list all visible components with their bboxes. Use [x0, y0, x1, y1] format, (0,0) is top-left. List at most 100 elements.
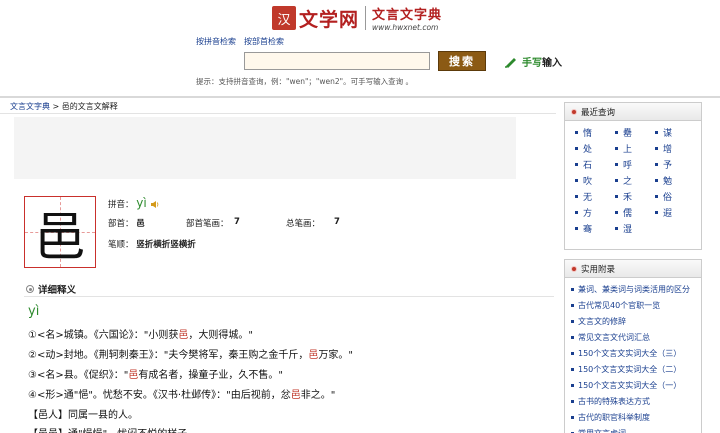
- resource-link-text: 150个文言文实词大全（一）: [578, 380, 682, 390]
- recent-query-link[interactable]: 罍: [615, 125, 655, 139]
- detail-divider: [24, 296, 554, 297]
- stroke-order-label: 笔顺：: [108, 240, 134, 250]
- search-by-pinyin-link[interactable]: 按拼音检索: [196, 36, 236, 47]
- resource-link[interactable]: 常用文言虚词: [571, 425, 697, 433]
- site-url: www.hwxnet.com: [372, 23, 439, 32]
- recent-query-link[interactable]: 方: [575, 205, 615, 219]
- recent-query-link[interactable]: 处: [575, 141, 615, 155]
- resources-list: 兼词、兼类词与词类活用的区分古代常见40个官职一览 文言文的修辞常见文言文代词汇总…: [565, 278, 701, 433]
- square-bullet-icon: [655, 162, 658, 166]
- recent-query-link[interactable]: 无: [575, 189, 615, 203]
- square-bullet-icon: [655, 210, 658, 214]
- recent-query-text: 勉: [663, 176, 673, 187]
- bushou-strokes-value: 7: [234, 217, 240, 227]
- search-by-bushou-link[interactable]: 按部首检索: [244, 36, 284, 47]
- recent-query-link[interactable]: 惰: [575, 125, 615, 139]
- square-bullet-icon: [571, 367, 574, 371]
- square-bullet-icon: [655, 146, 658, 150]
- recent-query-text: 俗: [663, 192, 673, 203]
- recent-query-link[interactable]: 予: [655, 157, 695, 171]
- recent-query-link[interactable]: 勉: [655, 173, 695, 187]
- resource-link[interactable]: 古代的职官科举制度: [571, 409, 697, 425]
- square-bullet-icon: [575, 146, 578, 150]
- breadcrumb-separator: >: [52, 102, 60, 111]
- recent-query-text: 谋: [663, 128, 673, 139]
- resources-title: 实用附录: [581, 264, 616, 275]
- handwrite-input-button[interactable]: 手写输入: [504, 54, 562, 69]
- search-mode-links: 按拼音检索 按部首检索: [196, 36, 284, 47]
- stroke-order-row: 笔顺： 竖折横折竖横折: [108, 238, 196, 250]
- recent-query-link[interactable]: 俗: [655, 189, 695, 203]
- character-glyph: 邑: [33, 207, 86, 268]
- logo-divider: [365, 6, 367, 30]
- recent-query-text: 石: [583, 160, 593, 171]
- site-logo[interactable]: 汉 文学网 文言文字典 www.hwxnet.com: [272, 4, 442, 32]
- square-bullet-icon: [615, 194, 618, 198]
- recent-query-text: 遐: [663, 208, 673, 219]
- detail-pronunciation: yì: [28, 304, 40, 319]
- recent-query-link[interactable]: 之: [615, 173, 655, 187]
- recent-query-text: 上: [623, 144, 633, 155]
- site-subtitle: 文言文字典: [372, 8, 443, 23]
- definition-item: ③<名>县。《促织》："邑有成名者，操童子业，久不售。": [28, 370, 283, 381]
- square-bullet-icon: [615, 146, 618, 150]
- resource-link[interactable]: 兼词、兼类词与词类活用的区分: [571, 281, 697, 297]
- recent-query-text: 无: [583, 192, 593, 203]
- resource-link[interactable]: 古代常见40个官职一览: [571, 297, 697, 313]
- square-bullet-icon: [575, 178, 578, 182]
- square-bullet-icon: [575, 226, 578, 230]
- resource-link[interactable]: 常见文言文代词汇总: [571, 329, 697, 345]
- recent-query-link[interactable]: 吹: [575, 173, 615, 187]
- speaker-icon[interactable]: [150, 200, 160, 209]
- search-button[interactable]: 搜索: [438, 51, 486, 71]
- resource-link-text: 兼词、兼类词与词类活用的区分: [578, 284, 690, 294]
- resource-link[interactable]: 150个文言文实词大全（二）: [571, 361, 697, 377]
- recent-query-text: 惰: [583, 128, 593, 139]
- logo-seal-icon: 汉: [272, 6, 296, 30]
- recent-query-link[interactable]: 禾: [615, 189, 655, 203]
- circle-bullet-icon: [26, 285, 34, 293]
- recent-query-link[interactable]: 遐: [655, 205, 695, 219]
- resource-link-text: 150个文言文实词大全（三）: [578, 348, 682, 358]
- recent-query-link[interactable]: 湿: [615, 221, 655, 235]
- resource-link[interactable]: 文言文的修辞: [571, 313, 697, 329]
- square-bullet-icon: [571, 287, 574, 291]
- stroke-order-value: 竖折横折竖横折: [136, 240, 196, 250]
- recent-query-link[interactable]: 骞: [575, 221, 615, 235]
- recent-queries-header: 最近查询: [565, 103, 701, 121]
- search-tips: 提示：支持拼音查询，例："wen"；"wen2"。可手写输入查询 。: [196, 77, 413, 86]
- recent-query-text: 骞: [583, 224, 593, 235]
- detail-section-title: 详细释义: [26, 282, 76, 296]
- resource-link[interactable]: 150个文言文实词大全（一）: [571, 377, 697, 393]
- square-bullet-icon: [575, 210, 578, 214]
- recent-queries-panel: 最近查询 惰 罍 谋处 上 增石 呼 予吹 之 勉无 禾 俗方 儒 遐骞 湿: [564, 102, 702, 250]
- recent-query-text: 呼: [623, 160, 633, 171]
- definition-item: ①<名>城镇。《六国论》："小则获邑，大则得城。": [28, 330, 253, 341]
- recent-query-link[interactable]: 增: [655, 141, 695, 155]
- resources-header: 实用附录: [565, 260, 701, 278]
- square-bullet-icon: [575, 194, 578, 198]
- handwrite-label-b: 输入: [542, 58, 562, 69]
- square-bullet-icon: [615, 226, 618, 230]
- resource-link[interactable]: 150个文言文实词大全（三）: [571, 345, 697, 361]
- search-input[interactable]: [244, 52, 430, 70]
- recent-query-link[interactable]: 呼: [615, 157, 655, 171]
- total-strokes-value: 7: [334, 217, 340, 227]
- recent-query-link[interactable]: 上: [615, 141, 655, 155]
- recent-query-link[interactable]: 谋: [655, 125, 695, 139]
- resource-link[interactable]: 古书的特殊表达方式: [571, 393, 697, 409]
- definition-item: 【邑人】同属一县的人。: [28, 410, 138, 421]
- square-bullet-icon: [615, 130, 618, 134]
- resource-link-text: 常见文言文代词汇总: [578, 332, 650, 342]
- recent-query-link[interactable]: 石: [575, 157, 615, 171]
- panel-dot-icon: [571, 265, 577, 272]
- definition-item: ④<形>通"悒"。忧愁不安。《汉书·杜邺传》："由后视前，忿邑非之。": [28, 390, 336, 401]
- recent-query-link[interactable]: 儒: [615, 205, 655, 219]
- header-divider: [0, 96, 720, 98]
- square-bullet-icon: [615, 210, 618, 214]
- square-bullet-icon: [571, 351, 574, 355]
- breadcrumb-home-link[interactable]: 文言文字典: [10, 102, 50, 111]
- square-bullet-icon: [615, 178, 618, 182]
- recent-query-text: 儒: [623, 208, 633, 219]
- logo-text: 文学网: [299, 8, 360, 31]
